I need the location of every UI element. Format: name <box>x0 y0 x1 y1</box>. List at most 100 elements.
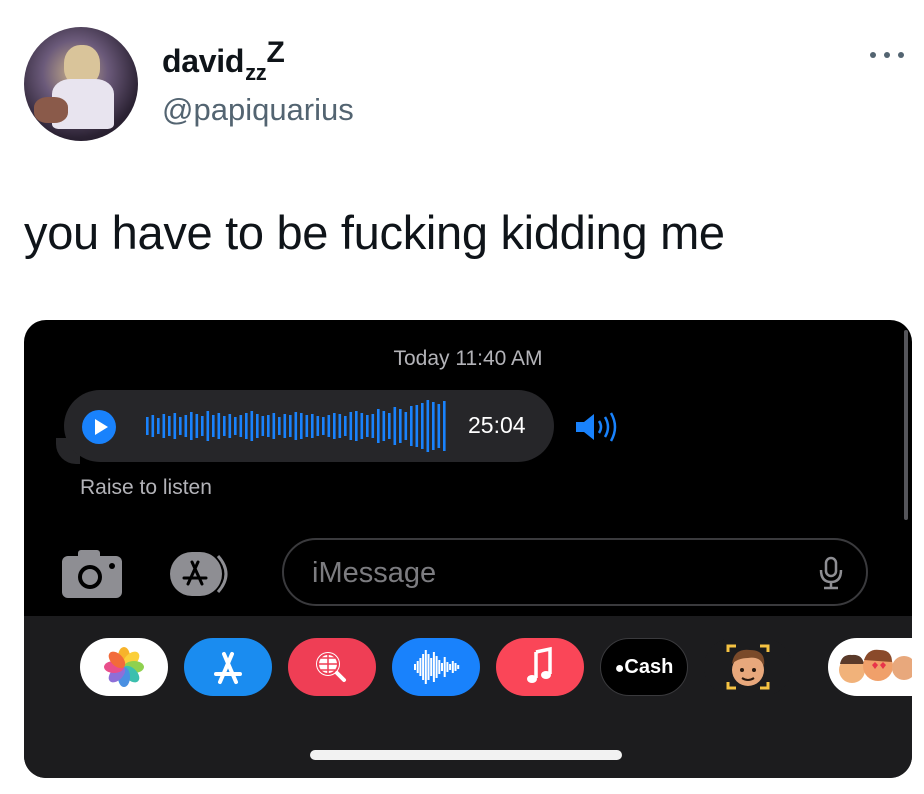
waveform-bar <box>426 400 430 452</box>
waveform-bar <box>267 415 270 437</box>
waveform-bar <box>438 660 441 674</box>
waveform-bar <box>415 405 419 447</box>
waveform-bar <box>305 415 309 437</box>
waveform-bar <box>366 415 369 437</box>
waveform-bar <box>424 650 427 684</box>
globe-search-icon[interactable] <box>288 638 376 696</box>
waveform-bar <box>228 414 232 438</box>
audio-message-bubble[interactable]: 25:04 <box>64 390 554 462</box>
waveform-bar <box>432 402 435 450</box>
play-icon[interactable] <box>82 410 116 444</box>
avatar-figure-object <box>34 97 68 123</box>
waveform-bar <box>184 415 188 437</box>
camera-icon[interactable] <box>60 548 126 600</box>
waveform-bar <box>316 416 320 436</box>
waveform-bar <box>419 658 422 676</box>
waveform-bar <box>300 413 303 439</box>
waveform-bar <box>454 663 457 671</box>
waveform-bar <box>443 401 446 451</box>
waveform-bar <box>272 413 276 439</box>
waveform-bar <box>443 657 446 677</box>
home-indicator <box>310 750 622 760</box>
waveform-bar <box>410 406 413 446</box>
waveform-icon[interactable] <box>392 638 480 696</box>
imessage-input[interactable] <box>310 540 794 606</box>
waveform-bar <box>201 416 204 436</box>
waveform-bar <box>388 413 391 439</box>
waveform-bar <box>234 417 237 435</box>
waveform-bar <box>333 413 336 439</box>
waveform-bar <box>393 407 397 445</box>
waveform-bar <box>261 416 265 436</box>
waveform-bar <box>283 414 287 438</box>
memoji-stickers-icon[interactable] <box>828 638 912 696</box>
waveform-bar <box>360 413 364 439</box>
user-handle[interactable]: @papiquarius <box>162 92 354 128</box>
waveform-bar <box>151 415 155 437</box>
waveform-bar <box>327 415 331 437</box>
waveform-bar <box>382 411 386 441</box>
display-name-cap: Z <box>266 36 285 69</box>
waveform-bar <box>239 415 243 437</box>
waveform <box>146 400 446 452</box>
waveform-bar <box>371 414 375 438</box>
app-store-icon[interactable] <box>168 550 238 598</box>
waveform-bar <box>449 664 452 670</box>
audio-duration: 25:04 <box>468 412 526 438</box>
music-note-icon[interactable] <box>496 638 584 696</box>
waveform-bar <box>245 413 248 439</box>
waveform-bar <box>451 661 454 673</box>
waveform-bar <box>446 662 449 672</box>
photos-icon[interactable] <box>80 638 168 696</box>
waveform-bar <box>457 665 460 669</box>
app-store-icon[interactable] <box>184 638 272 696</box>
waveform-bar <box>432 652 435 682</box>
waveform-bar <box>416 661 419 673</box>
app-drawer: ●Cash <box>24 616 912 778</box>
waveform-bar <box>173 413 177 439</box>
display-name[interactable]: davidzzZ <box>162 36 285 86</box>
waveform-bar <box>435 656 438 678</box>
waveform-bar <box>399 409 402 443</box>
waveform-bar <box>206 411 210 441</box>
waveform-bar <box>430 658 433 676</box>
waveform-bar <box>344 416 347 436</box>
waveform-bar <box>278 417 281 435</box>
waveform-bar <box>404 412 408 440</box>
waveform-bar <box>289 415 292 437</box>
waveform-bar <box>422 654 425 680</box>
waveform-bar <box>414 664 416 670</box>
waveform-bar <box>349 412 353 440</box>
waveform-bar <box>294 412 298 440</box>
memoji-icon[interactable] <box>704 638 792 696</box>
microphone-icon[interactable] <box>818 556 844 590</box>
waveform-bar <box>338 414 342 438</box>
waveform-bar <box>250 411 254 441</box>
display-name-text: david <box>162 43 245 79</box>
waveform-bar <box>437 404 441 448</box>
waveform-bar <box>355 411 358 441</box>
waveform-bar <box>427 654 430 680</box>
apple-cash-label: ●Cash <box>614 656 674 678</box>
tweet-text: you have to be fucking kidding me <box>24 206 725 259</box>
waveform-bar <box>421 403 424 449</box>
waveform-bar <box>179 417 182 435</box>
imessage-input-field[interactable] <box>282 538 868 606</box>
more-dots-icon[interactable] <box>866 40 908 70</box>
waveform-bar <box>162 414 166 438</box>
speaker-icon[interactable] <box>574 410 630 444</box>
waveform-bar <box>217 413 221 439</box>
raise-to-listen-label: Raise to listen <box>80 476 212 499</box>
tweet-media-screenshot[interactable]: Today 11:40 AM 25:04 Raise to listen iMe… <box>24 320 912 778</box>
waveform-bar <box>168 416 171 436</box>
waveform-bar <box>256 414 259 438</box>
waveform-bar <box>190 412 193 440</box>
display-name-zzz: zz <box>245 60 267 85</box>
waveform-bar <box>146 417 149 435</box>
avatar[interactable] <box>24 27 138 141</box>
waveform-bar <box>441 663 443 671</box>
apple-logo-icon: ● <box>614 660 625 677</box>
waveform-bar <box>157 418 160 434</box>
waveform-bar <box>322 417 325 435</box>
apple-cash-tile[interactable]: ●Cash <box>600 638 688 696</box>
